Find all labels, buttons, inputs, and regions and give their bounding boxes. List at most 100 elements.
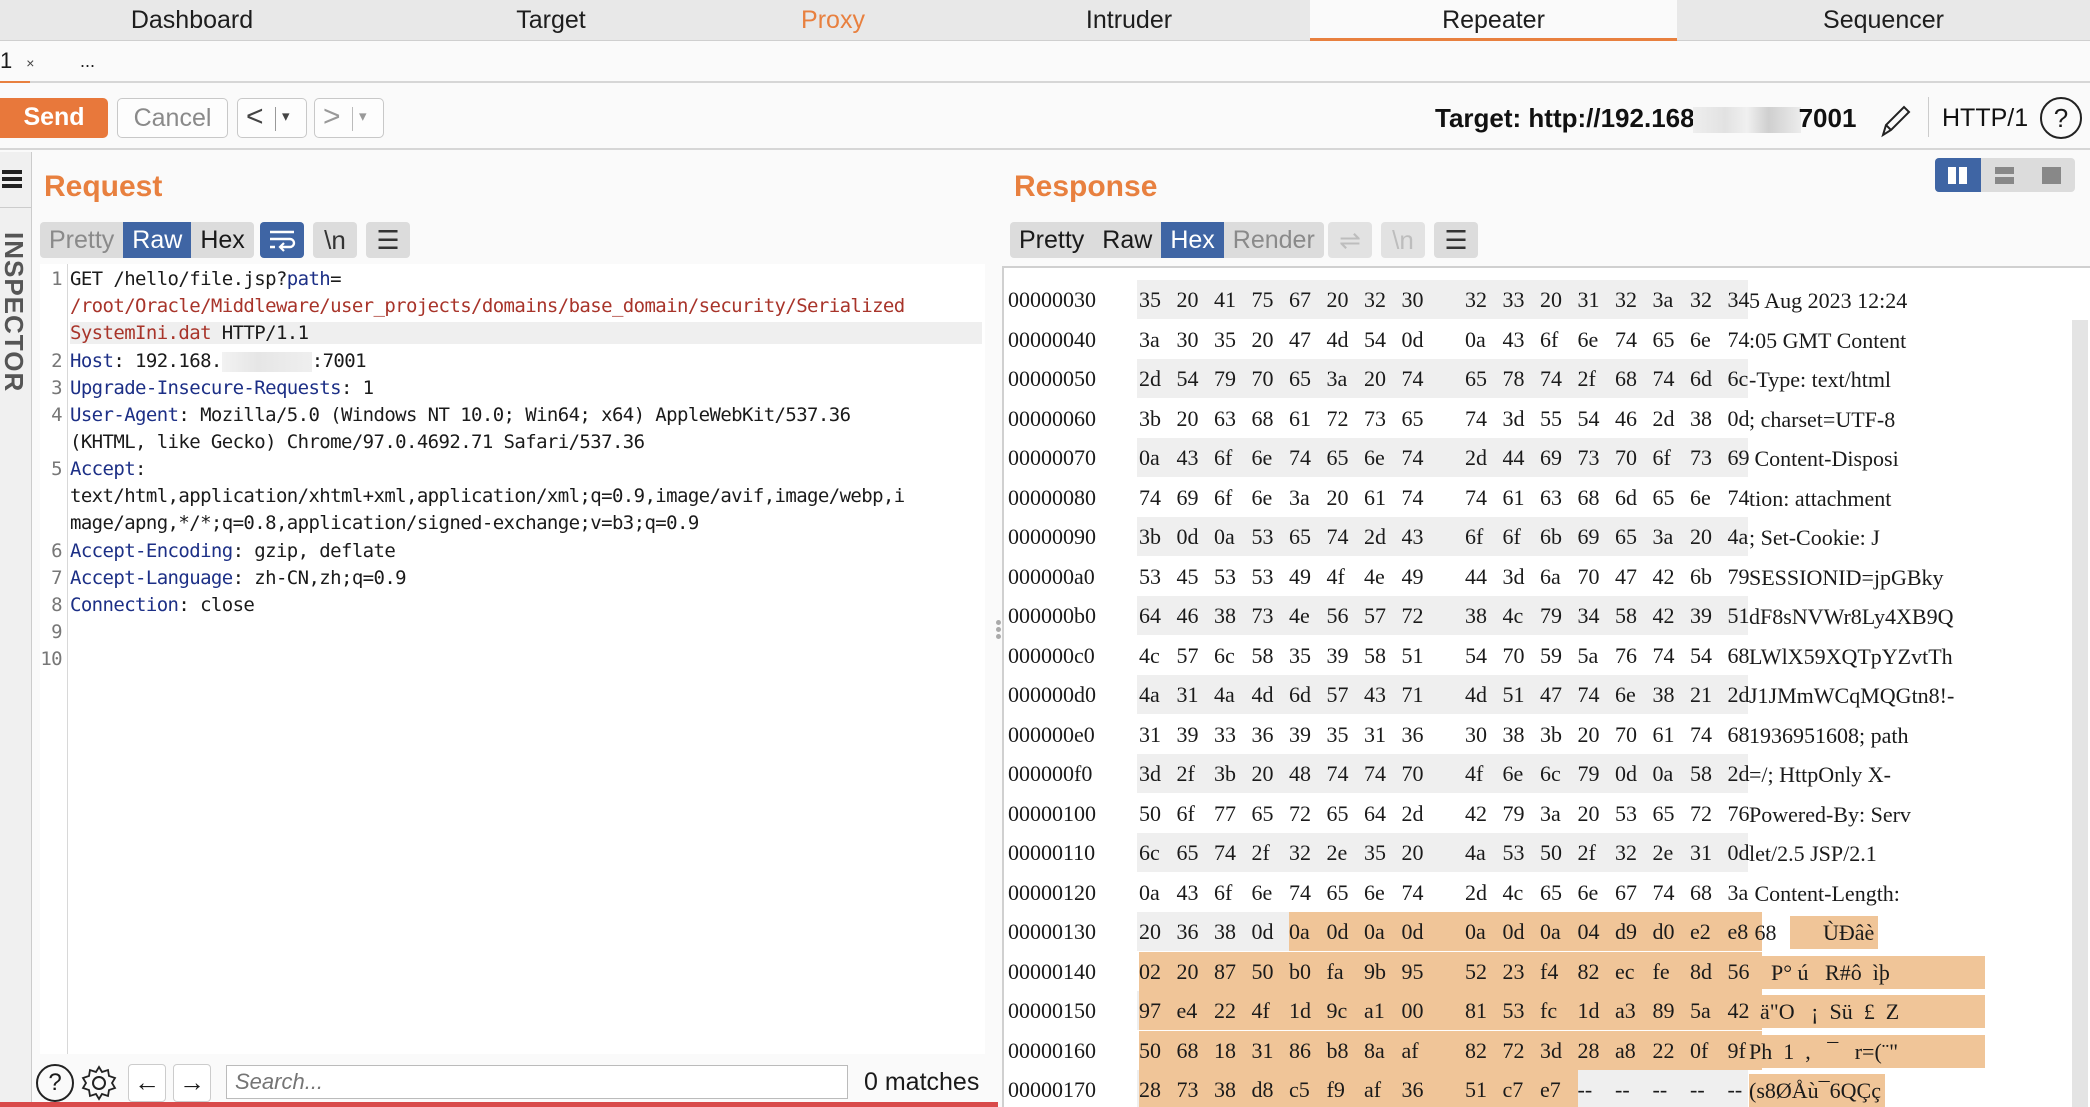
hex-byte[interactable]: 31	[1139, 715, 1173, 754]
hex-byte[interactable]: 73	[1690, 438, 1724, 477]
hex-byte[interactable]: 63	[1214, 399, 1248, 438]
hex-row[interactable]: 00000060 3b 20 63 68 61 72 73 65 74 3d 55 54 46 2d 38 0d…	[1004, 399, 2064, 438]
hex-byte[interactable]: 2f	[1252, 833, 1286, 872]
hex-row[interactable]: 00000080 74 69 6f 6e 3a 20 61 74 74 61 63 68 6d 65 6e 74…	[1004, 478, 2064, 517]
hex-byte[interactable]: 3d	[1540, 1030, 1578, 1070]
hex-row[interactable]: 00000130 20 36 38 0d 0a 0d 0a 0d 0a 0d 0a 04 d9 d0 e2 e8…	[1004, 912, 2064, 951]
hex-byte[interactable]: 46	[1615, 399, 1649, 438]
hex-byte[interactable]: 31	[1177, 675, 1211, 714]
hex-byte[interactable]: 5a	[1690, 991, 1728, 1030]
hex-byte[interactable]: 6c	[1214, 636, 1248, 675]
hex-byte[interactable]: 4f	[1327, 557, 1361, 596]
hex-byte[interactable]: 97	[1139, 991, 1177, 1030]
hex-byte[interactable]: 86	[1289, 1030, 1327, 1070]
hex-byte[interactable]: 6b	[1690, 557, 1724, 596]
hex-byte[interactable]: 58	[1615, 596, 1649, 635]
hex-byte[interactable]: 70	[1503, 636, 1537, 675]
hex-byte[interactable]: 6e	[1503, 754, 1537, 793]
tab-dashboard[interactable]: Dashboard	[0, 0, 384, 41]
hex-byte[interactable]: 20	[1327, 478, 1361, 517]
response-view-hex[interactable]: Hex	[1161, 222, 1224, 258]
hex-byte[interactable]: d9	[1615, 912, 1653, 951]
hex-byte[interactable]: 30	[1465, 715, 1499, 754]
hex-byte[interactable]: 65	[1289, 517, 1323, 556]
hex-byte[interactable]: 43	[1503, 320, 1537, 359]
hex-byte[interactable]: 3a	[1289, 478, 1323, 517]
request-view-hex[interactable]: Hex	[191, 222, 253, 258]
hex-row[interactable]: 00000150 97 e4 22 4f 1d 9c a1 00 81 53 fc 1d a3 89 5a 42…	[1004, 991, 2064, 1030]
tab-sequencer[interactable]: Sequencer	[1677, 0, 2090, 41]
hex-byte[interactable]: 67	[1615, 873, 1649, 912]
hex-byte[interactable]: 46	[1177, 596, 1211, 635]
dropdown-arrow-icon[interactable]: ▾	[359, 99, 367, 135]
hex-byte[interactable]: 8d	[1690, 951, 1728, 991]
hex-byte[interactable]: 34	[1578, 596, 1612, 635]
http-version-button[interactable]: HTTP/1	[1942, 98, 2028, 138]
hex-byte[interactable]: 44	[1465, 557, 1499, 596]
hex-byte[interactable]: 70	[1615, 438, 1649, 477]
hex-byte[interactable]: fe	[1652, 951, 1691, 991]
hex-byte[interactable]: 38	[1690, 399, 1724, 438]
hex-byte[interactable]: 3d	[1139, 754, 1173, 793]
hex-byte[interactable]: 53	[1214, 557, 1248, 596]
hex-byte[interactable]: 31	[1251, 1030, 1290, 1070]
hex-byte[interactable]: 72	[1402, 596, 1436, 635]
gear-icon[interactable]	[80, 1064, 118, 1102]
hex-byte[interactable]: 74	[1690, 715, 1724, 754]
hex-byte[interactable]: 82	[1465, 1030, 1503, 1070]
hex-byte[interactable]: 3a	[1327, 359, 1361, 398]
hex-byte[interactable]: 47	[1540, 675, 1574, 714]
hex-byte[interactable]: 6f	[1653, 438, 1687, 477]
hex-byte[interactable]: d8	[1251, 1070, 1290, 1107]
hex-byte[interactable]: 2d	[1465, 873, 1499, 912]
vertical-scrollbar[interactable]	[2072, 320, 2088, 1107]
hex-byte[interactable]: 53	[1139, 557, 1173, 596]
hex-byte[interactable]: 18	[1214, 1030, 1252, 1070]
hex-byte[interactable]: 6e	[1252, 873, 1286, 912]
hex-byte[interactable]: 55	[1540, 399, 1574, 438]
hex-byte[interactable]: 2e	[1327, 833, 1361, 872]
hex-byte[interactable]: 6b	[1540, 517, 1574, 556]
response-view-raw[interactable]: Raw	[1093, 222, 1161, 258]
hex-byte[interactable]: 2d	[1139, 359, 1173, 398]
tab-repeater[interactable]: Repeater	[1310, 0, 1677, 41]
hex-byte[interactable]: 38	[1653, 675, 1687, 714]
hex-byte[interactable]: af	[1401, 1030, 1468, 1070]
hex-byte[interactable]: a1	[1364, 991, 1402, 1030]
hex-byte[interactable]: 6f	[1540, 320, 1574, 359]
hex-byte[interactable]: 38	[1214, 1070, 1252, 1107]
hex-byte[interactable]: 6f	[1503, 517, 1537, 556]
hex-byte[interactable]: 50	[1139, 794, 1173, 833]
hex-byte[interactable]: 36	[1402, 715, 1436, 754]
hex-byte[interactable]: 6e	[1364, 873, 1398, 912]
hex-byte[interactable]: 65	[1540, 873, 1574, 912]
hex-byte[interactable]: 65	[1465, 359, 1499, 398]
hex-byte[interactable]: 74	[1327, 754, 1361, 793]
hex-byte[interactable]: 74	[1327, 517, 1361, 556]
layout-stacked-button[interactable]	[1982, 158, 2028, 192]
hex-byte[interactable]: 81	[1465, 991, 1503, 1030]
hex-row[interactable]: 000000b0 64 46 38 73 4e 56 57 72 38 4c 79 34 58 42 39 51…	[1004, 596, 2064, 635]
hex-byte[interactable]: 6e	[1578, 320, 1612, 359]
hex-byte[interactable]: 73	[1176, 1070, 1215, 1107]
hex-byte[interactable]: 6f	[1214, 438, 1248, 477]
hex-byte[interactable]: 20	[1177, 399, 1211, 438]
hex-byte[interactable]: 3a	[1653, 517, 1687, 556]
response-view-pretty[interactable]: Pretty	[1010, 222, 1093, 258]
hex-byte[interactable]: 70	[1252, 359, 1286, 398]
hex-byte[interactable]: 4d	[1465, 675, 1499, 714]
hex-byte[interactable]: 20	[1176, 951, 1215, 991]
hex-byte[interactable]: 74	[1402, 438, 1436, 477]
hex-row[interactable]: 00000030 35 20 41 75 67 20 32 30 32 33 20 31 32 3a 32 34…	[1004, 280, 2064, 319]
hamburger-icon[interactable]	[2, 170, 22, 190]
hex-byte[interactable]: 74	[1214, 833, 1248, 872]
inspector-sidebar[interactable]: INSPECTOR	[0, 152, 32, 1107]
editor-menu-button[interactable]: ☰	[1434, 222, 1478, 258]
hex-byte[interactable]: 50	[1540, 833, 1574, 872]
hex-byte[interactable]: d0	[1652, 912, 1691, 951]
hex-byte[interactable]: 43	[1364, 675, 1398, 714]
hex-byte[interactable]: 53	[1503, 833, 1537, 872]
hex-byte[interactable]: 3a	[1540, 794, 1574, 833]
hex-byte[interactable]: 6c	[1540, 754, 1574, 793]
hex-byte[interactable]: 4c	[1503, 873, 1537, 912]
